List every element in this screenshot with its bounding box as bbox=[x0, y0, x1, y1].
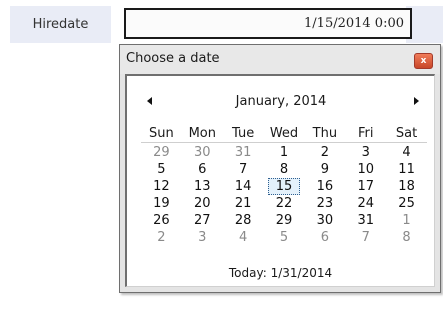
previous-month-button[interactable] bbox=[143, 94, 157, 108]
hiredate-value: 1/15/2014 0:00 bbox=[304, 16, 404, 31]
calendar-day[interactable]: 22 bbox=[264, 195, 305, 212]
calendar-day[interactable]: 18 bbox=[386, 178, 427, 195]
calendar-day[interactable]: 13 bbox=[182, 178, 223, 195]
calendar-day[interactable]: 21 bbox=[223, 195, 264, 212]
calendar-day[interactable]: 27 bbox=[182, 212, 223, 229]
day-grid: 29 30 31 1 2 3 4 5 6 7 8 9 10 11 12 13 14 15 16 17 18 19 20 21 2… bbox=[141, 144, 427, 246]
chevron-right-icon bbox=[414, 97, 419, 105]
calendar: January, 2014 Sun Mon Tue Wed Thu Fri Sa… bbox=[125, 74, 435, 287]
calendar-day[interactable]: 20 bbox=[182, 195, 223, 212]
calendar-day[interactable]: 30 bbox=[182, 144, 223, 161]
calendar-day[interactable]: 6 bbox=[182, 161, 223, 178]
chevron-left-icon bbox=[147, 97, 152, 105]
next-month-button[interactable] bbox=[409, 94, 423, 108]
calendar-day[interactable]: 8 bbox=[386, 229, 427, 246]
calendar-day[interactable]: 25 bbox=[386, 195, 427, 212]
close-button[interactable]: x bbox=[414, 53, 433, 69]
calendar-day[interactable]: 2 bbox=[141, 229, 182, 246]
date-picker-header: Choose a date x bbox=[120, 45, 440, 74]
calendar-day-selected[interactable]: 15 bbox=[264, 178, 305, 195]
hiredate-label: Hiredate bbox=[10, 6, 111, 43]
calendar-day[interactable]: 12 bbox=[141, 178, 182, 195]
calendar-day[interactable]: 3 bbox=[345, 144, 386, 161]
calendar-day[interactable]: 14 bbox=[223, 178, 264, 195]
calendar-day[interactable]: 19 bbox=[141, 195, 182, 212]
calendar-day[interactable]: 4 bbox=[223, 229, 264, 246]
calendar-day[interactable]: 7 bbox=[345, 229, 386, 246]
calendar-day[interactable]: 3 bbox=[182, 229, 223, 246]
weekday-label: Sat bbox=[395, 126, 418, 141]
weekday-label: Thu bbox=[312, 126, 338, 141]
calendar-day[interactable]: 31 bbox=[223, 144, 264, 161]
calendar-day[interactable]: 4 bbox=[386, 144, 427, 161]
calendar-day[interactable]: 2 bbox=[304, 144, 345, 161]
calendar-day[interactable]: 28 bbox=[223, 212, 264, 229]
today-link[interactable]: Today: 1/31/2014 bbox=[127, 266, 434, 280]
weekday-label: Mon bbox=[188, 126, 216, 141]
calendar-day[interactable]: 26 bbox=[141, 212, 182, 229]
calendar-day[interactable]: 30 bbox=[304, 212, 345, 229]
weekday-label: Fri bbox=[357, 126, 374, 141]
date-picker-popup: Choose a date x January, 2014 Sun Mon Tu… bbox=[119, 44, 441, 293]
calendar-day[interactable]: 6 bbox=[304, 229, 345, 246]
weekday-label: Tue bbox=[232, 126, 255, 141]
calendar-day[interactable]: 23 bbox=[304, 195, 345, 212]
calendar-day[interactable]: 31 bbox=[345, 212, 386, 229]
weekday-label: Sun bbox=[149, 126, 174, 141]
calendar-day[interactable]: 1 bbox=[264, 144, 305, 161]
calendar-day[interactable]: 5 bbox=[141, 161, 182, 178]
date-picker-title: Choose a date bbox=[126, 51, 220, 66]
calendar-day[interactable]: 8 bbox=[264, 161, 305, 178]
month-title[interactable]: January, 2014 bbox=[187, 94, 375, 109]
calendar-day[interactable]: 29 bbox=[264, 212, 305, 229]
calendar-day[interactable]: 24 bbox=[345, 195, 386, 212]
calendar-day[interactable]: 5 bbox=[264, 229, 305, 246]
close-icon: x bbox=[420, 56, 427, 66]
calendar-day[interactable]: 17 bbox=[345, 178, 386, 195]
weekday-label: Wed bbox=[269, 126, 299, 141]
calendar-day[interactable]: 11 bbox=[386, 161, 427, 178]
weekday-header: Sun Mon Tue Wed Thu Fri Sat bbox=[141, 125, 427, 143]
hiredate-input[interactable]: 1/15/2014 0:00 bbox=[124, 8, 412, 39]
calendar-day[interactable]: 1 bbox=[386, 212, 427, 229]
calendar-day[interactable]: 16 bbox=[304, 178, 345, 195]
calendar-day[interactable]: 10 bbox=[345, 161, 386, 178]
calendar-day[interactable]: 29 bbox=[141, 144, 182, 161]
calendar-day[interactable]: 9 bbox=[304, 161, 345, 178]
calendar-day[interactable]: 7 bbox=[223, 161, 264, 178]
calendar-day-number: 15 bbox=[275, 179, 293, 194]
